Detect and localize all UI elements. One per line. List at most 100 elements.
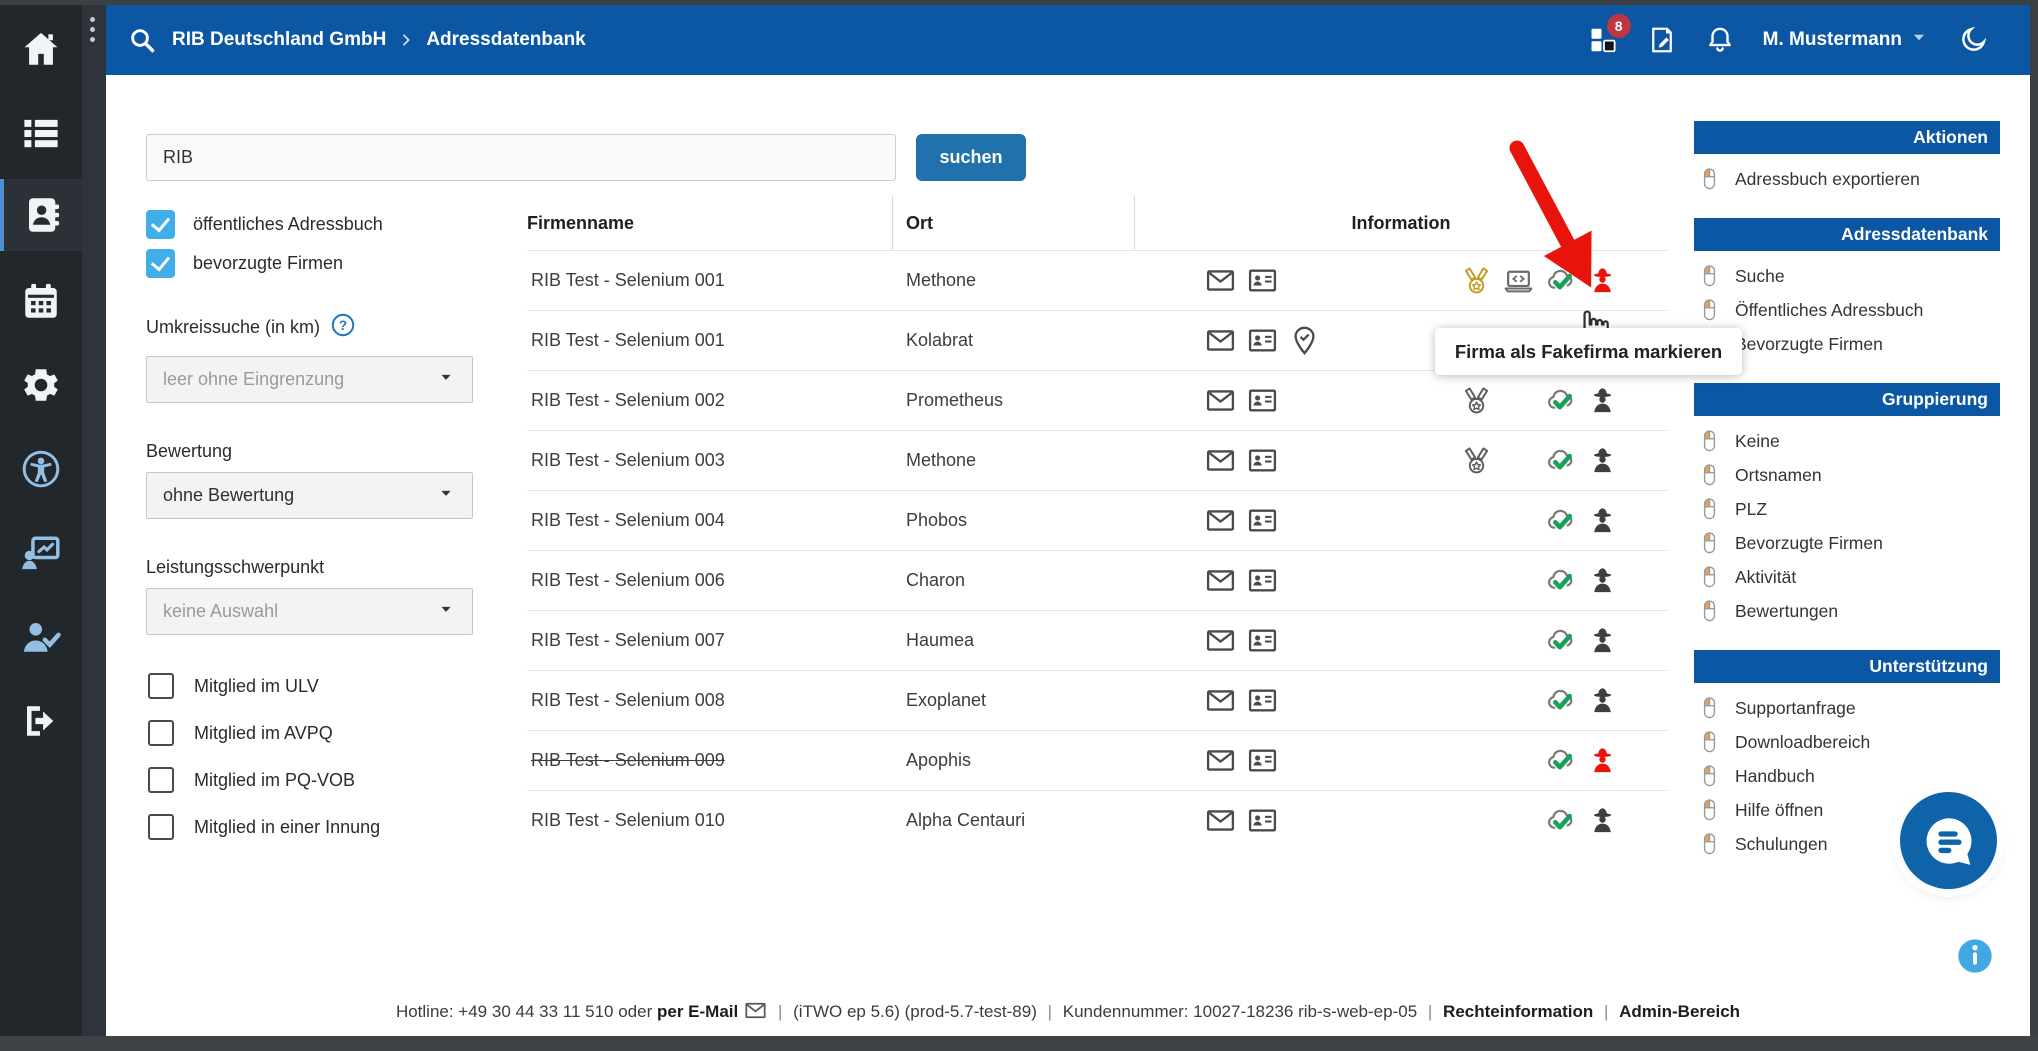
table-row[interactable]: RIB Test - Selenium 001 Methone [527,250,1667,310]
contact-card-icon[interactable] [1247,505,1278,536]
mail-icon[interactable] [1205,385,1236,416]
rating-dropdown[interactable]: ohne Bewertung [146,472,473,519]
spy-icon[interactable] [1587,265,1618,296]
spy-icon[interactable] [1587,565,1618,596]
search-input[interactable] [146,134,896,181]
panel-link[interactable]: Adressbuch exportieren [1694,162,2000,196]
mail-icon[interactable] [1205,325,1236,356]
contact-card-icon[interactable] [1247,685,1278,716]
sidebar-item-settings[interactable] [0,349,82,421]
breadcrumb-company[interactable]: RIB Deutschland GmbH [172,29,386,51]
contact-card-icon[interactable] [1247,805,1278,836]
moon-icon[interactable] [1958,25,1988,55]
panel-link[interactable]: Ortsnamen [1694,458,2000,492]
notebook-edit-icon[interactable] [1647,25,1677,55]
user-menu[interactable]: M. Mustermann [1763,26,1930,54]
medal-icon[interactable] [1461,445,1492,476]
checkbox-address-0[interactable]: öffentliches Adressbuch [146,209,516,239]
cloud-check-icon[interactable] [1545,565,1576,596]
info-icon[interactable] [1955,936,1995,976]
cloud-check-icon[interactable] [1545,805,1576,836]
contact-card-icon[interactable] [1247,445,1278,476]
mail-icon[interactable] [1205,805,1236,836]
contact-card-icon[interactable] [1247,385,1278,416]
sidebar-item-person-check[interactable] [0,601,82,673]
sidebar-item-address-book[interactable] [0,179,82,251]
mail-icon[interactable] [1205,565,1236,596]
table-row[interactable]: RIB Test - Selenium 008 Exoplanet [527,670,1667,730]
table-row[interactable]: RIB Test - Selenium 002 Prometheus [527,370,1667,430]
checkbox-membership-1[interactable]: Mitglied im AVPQ [146,718,516,748]
spy-icon[interactable] [1587,745,1618,776]
contact-card-icon[interactable] [1247,565,1278,596]
panel-link[interactable]: Downloadbereich [1694,725,2000,759]
sidebar-item-projects[interactable] [0,97,82,169]
cloud-check-icon[interactable] [1545,625,1576,656]
spy-icon[interactable] [1587,625,1618,656]
contact-card-icon[interactable] [1247,325,1278,356]
cloud-check-icon[interactable] [1545,745,1576,776]
chat-button[interactable] [1900,792,1997,889]
kebab-menu-icon[interactable] [88,17,96,47]
sidebar-item-calendar[interactable] [0,265,82,337]
footer-email-link[interactable]: per E-Mail [657,1002,738,1021]
search-icon[interactable] [128,26,156,54]
panel-link[interactable]: Öffentliches Adressbuch [1694,293,2000,327]
table-row[interactable]: RIB Test - Selenium 006 Charon [527,550,1667,610]
cloud-check-icon[interactable] [1545,505,1576,536]
panel-link[interactable]: Keine [1694,424,2000,458]
medal-icon[interactable] [1461,265,1492,296]
contact-card-icon[interactable] [1247,745,1278,776]
cloud-check-icon[interactable] [1545,385,1576,416]
bell-icon[interactable] [1705,25,1735,55]
location-check-icon[interactable] [1289,325,1320,356]
panel-link[interactable]: Aktivität [1694,560,2000,594]
sidebar-item-training[interactable] [0,517,82,589]
footer-rights-link[interactable]: Rechteinformation [1443,1002,1593,1021]
panel-link[interactable]: PLZ [1694,492,2000,526]
checkbox-membership-2[interactable]: Mitglied im PQ-VOB [146,765,516,795]
mail-icon[interactable] [1205,265,1236,296]
table-row[interactable]: RIB Test - Selenium 007 Haumea [527,610,1667,670]
window-border-right [2030,0,2038,1051]
mail-icon[interactable] [1205,685,1236,716]
mail-icon[interactable] [1205,505,1236,536]
contact-card-icon[interactable] [1247,625,1278,656]
table-row[interactable]: RIB Test - Selenium 010 Alpha Centauri [527,790,1667,850]
footer-admin-link[interactable]: Admin-Bereich [1619,1002,1740,1021]
cloud-check-icon[interactable] [1545,685,1576,716]
sidebar-item-logout[interactable] [0,685,82,757]
sidebar-item-accessibility[interactable] [0,433,82,505]
spy-icon[interactable] [1587,385,1618,416]
mail-icon[interactable] [1205,745,1236,776]
spy-icon[interactable] [1587,685,1618,716]
sidebar-item-home[interactable] [0,13,82,85]
radius-dropdown[interactable]: leer ohne Eingrenzung [146,356,473,403]
panel-link[interactable]: Bewertungen [1694,594,2000,628]
search-button[interactable]: suchen [916,134,1026,181]
panel-link[interactable]: Supportanfrage [1694,691,2000,725]
table-row[interactable]: RIB Test - Selenium 009 Apophis [527,730,1667,790]
laptop-code-icon[interactable] [1503,265,1534,296]
spy-icon[interactable] [1587,505,1618,536]
question-icon[interactable]: ? [330,312,356,343]
checkbox-address-1[interactable]: bevorzugte Firmen [146,248,516,278]
spy-icon[interactable] [1587,445,1618,476]
table-row[interactable]: RIB Test - Selenium 004 Phobos [527,490,1667,550]
medal-icon[interactable] [1461,385,1492,416]
mail-icon[interactable] [1205,625,1236,656]
checkbox-membership-3[interactable]: Mitglied in einer Innung [146,812,516,842]
cloud-check-icon[interactable] [1545,265,1576,296]
contact-card-icon[interactable] [1247,265,1278,296]
focus-dropdown[interactable]: keine Auswahl [146,588,473,635]
checkbox-membership-0[interactable]: Mitglied im ULV [146,671,516,701]
column-header-firmenname: Firmenname [527,196,893,250]
cloud-check-icon[interactable] [1545,445,1576,476]
app-grid-icon[interactable]: 8 [1589,25,1619,55]
mail-icon[interactable] [1205,445,1236,476]
panel-link[interactable]: Handbuch [1694,759,2000,793]
panel-link[interactable]: Suche [1694,259,2000,293]
table-row[interactable]: RIB Test - Selenium 003 Methone [527,430,1667,490]
spy-icon[interactable] [1587,805,1618,836]
panel-link[interactable]: Bevorzugte Firmen [1694,526,2000,560]
